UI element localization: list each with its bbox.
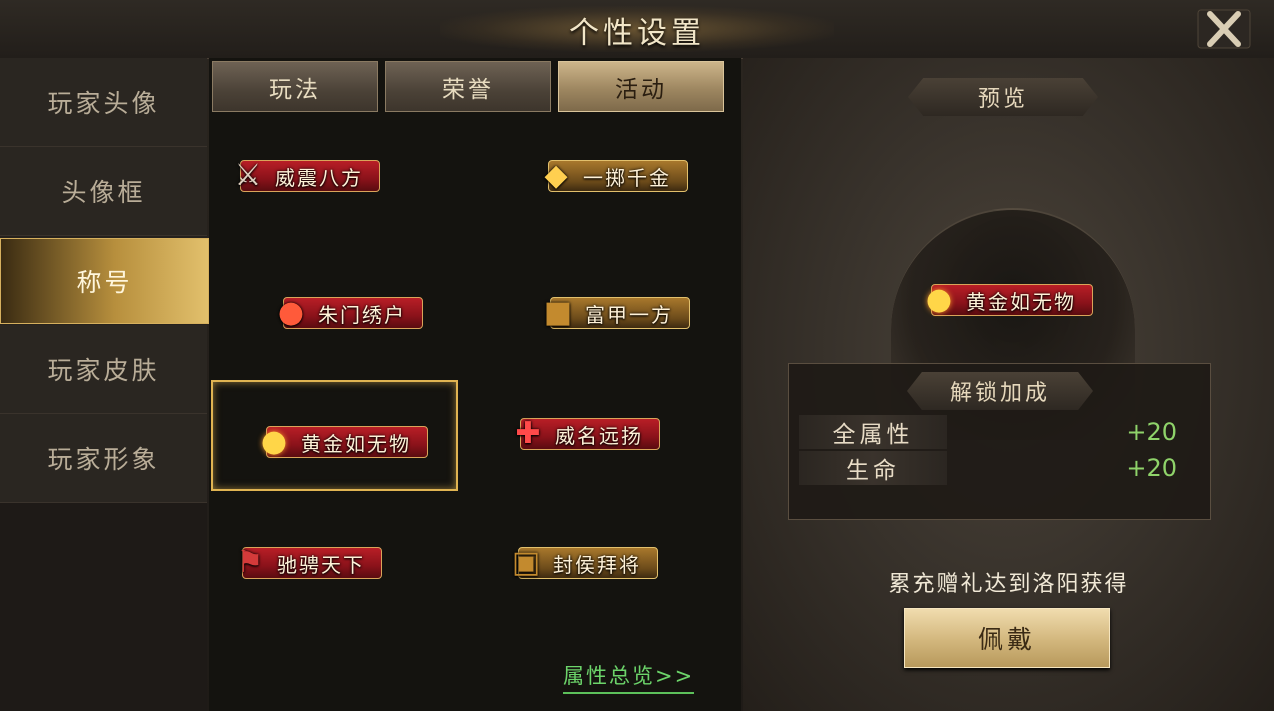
tab-label: 荣誉 — [442, 76, 494, 103]
title-banner: ● 黄金如无物 — [261, 424, 428, 459]
title-label: 朱门绣户 — [318, 302, 406, 327]
tab-gameplay[interactable]: 玩法 — [212, 61, 378, 112]
tab-label: 玩法 — [269, 76, 321, 103]
title-banner: ■ 富甲一方 — [544, 295, 690, 330]
title-item-chichengtianxia[interactable]: ⚑ 驰骋天下 — [237, 537, 382, 589]
gold-coins-icon: ● — [260, 423, 290, 459]
title-item-weizhenbafang[interactable]: ⚔ 威震八方 — [235, 150, 380, 202]
wear-button[interactable]: 佩戴 — [904, 608, 1110, 668]
close-icon — [1197, 9, 1251, 49]
sidebar-item-label: 玩家头像 — [47, 89, 160, 118]
treasure-chest-icon: ▣ — [511, 544, 543, 580]
tab-label: 活动 — [615, 76, 667, 103]
title-item-fujiayifang[interactable]: ■ 富甲一方 — [544, 287, 690, 339]
obtain-condition-text: 累充赠礼达到洛阳获得 — [888, 572, 1129, 597]
title-banner: ● 朱门绣户 — [278, 295, 423, 330]
title-banner: ▣ 封侯拜将 — [512, 545, 658, 580]
sidebar-empty-area — [0, 503, 207, 711]
stat-name: 全属性 — [799, 415, 947, 449]
stat-row: 全属性 +20 — [799, 415, 1199, 449]
preview-panel: 预览 ● 黄金如无物 解锁加成 全属性 +20 生命 +20 累充赠礼达到洛阳获… — [743, 58, 1274, 711]
unlock-bonus-box: 解锁加成 全属性 +20 生命 +20 — [788, 363, 1211, 520]
sidebar-item-label: 玩家皮肤 — [47, 356, 160, 385]
title-label: 富甲一方 — [585, 302, 673, 327]
tab-honor[interactable]: 荣誉 — [385, 61, 551, 112]
title-banner: ⚑ 驰骋天下 — [237, 545, 382, 580]
title-label: 威震八方 — [275, 165, 363, 190]
lantern-icon: ● — [277, 294, 307, 330]
personalization-window: 个性设置 玩家头像 头像框 称号 玩家皮肤 玩家形象 玩法 荣誉 活动 ⚔ 威震… — [0, 0, 1274, 711]
chinese-knot-icon: ✚ — [515, 415, 543, 451]
sidebar-item-title[interactable]: 称号 — [0, 238, 209, 324]
title-label: 驰骋天下 — [277, 552, 365, 577]
title-banner: ● 黄金如无物 — [926, 282, 1093, 317]
treasure-icon: ■ — [543, 294, 575, 330]
sidebar-item-label: 玩家形象 — [47, 445, 160, 474]
title-item-fenghoubaijiang[interactable]: ▣ 封侯拜将 — [512, 537, 658, 589]
title-label: 黄金如无物 — [301, 431, 411, 456]
title-banner: ✚ 威名远扬 — [515, 416, 660, 451]
title-banner: ⚔ 威震八方 — [235, 158, 380, 193]
preview-title-label: 黄金如无物 — [966, 289, 1076, 314]
gold-coins-icon: ● — [925, 281, 955, 317]
sidebar-item-player-avatar[interactable]: 玩家头像 — [0, 58, 207, 147]
sidebar-item-player-appearance[interactable]: 玩家形象 — [0, 414, 207, 503]
window-title: 个性设置 — [569, 16, 705, 51]
title-label: 封侯拜将 — [553, 552, 641, 577]
tab-activity[interactable]: 活动 — [558, 61, 724, 112]
title-label: 一掷千金 — [583, 165, 671, 190]
title-item-huangjinruwuwu[interactable]: ● 黄金如无物 — [261, 416, 428, 468]
title-item-yizhiqianjin[interactable]: ◆ 一掷千金 — [544, 150, 688, 202]
gold-ingot-icon: ◆ — [544, 157, 570, 193]
sidebar-item-label: 头像框 — [61, 178, 146, 207]
stat-name: 生命 — [799, 451, 947, 485]
sidebar-item-avatar-frame[interactable]: 头像框 — [0, 147, 207, 236]
stat-row: 生命 +20 — [799, 451, 1199, 485]
sidebar: 玩家头像 头像框 称号 玩家皮肤 玩家形象 — [0, 58, 209, 711]
crossed-swords-icon: ⚔ — [234, 157, 264, 193]
stat-value: +20 — [1126, 418, 1177, 446]
title-label: 威名远扬 — [555, 423, 643, 448]
unlock-bonus-header: 解锁加成 — [907, 372, 1093, 410]
war-flag-icon: ⚑ — [236, 544, 266, 580]
stat-value: +20 — [1126, 454, 1177, 482]
preview-title-badge: ● 黄金如无物 — [926, 274, 1093, 326]
title-banner: ◆ 一掷千金 — [544, 158, 688, 193]
sidebar-item-player-skin[interactable]: 玩家皮肤 — [0, 325, 207, 414]
title-item-weimingyuanyang[interactable]: ✚ 威名远扬 — [515, 408, 660, 460]
preview-label: 预览 — [908, 78, 1098, 116]
attribute-overview-link[interactable]: 属性总览>> — [563, 660, 695, 694]
close-button[interactable] — [1196, 8, 1252, 50]
title-bar: 个性设置 — [0, 0, 1274, 59]
sidebar-item-label: 称号 — [76, 268, 133, 297]
title-item-zhumenxiuhu[interactable]: ● 朱门绣户 — [278, 287, 423, 339]
